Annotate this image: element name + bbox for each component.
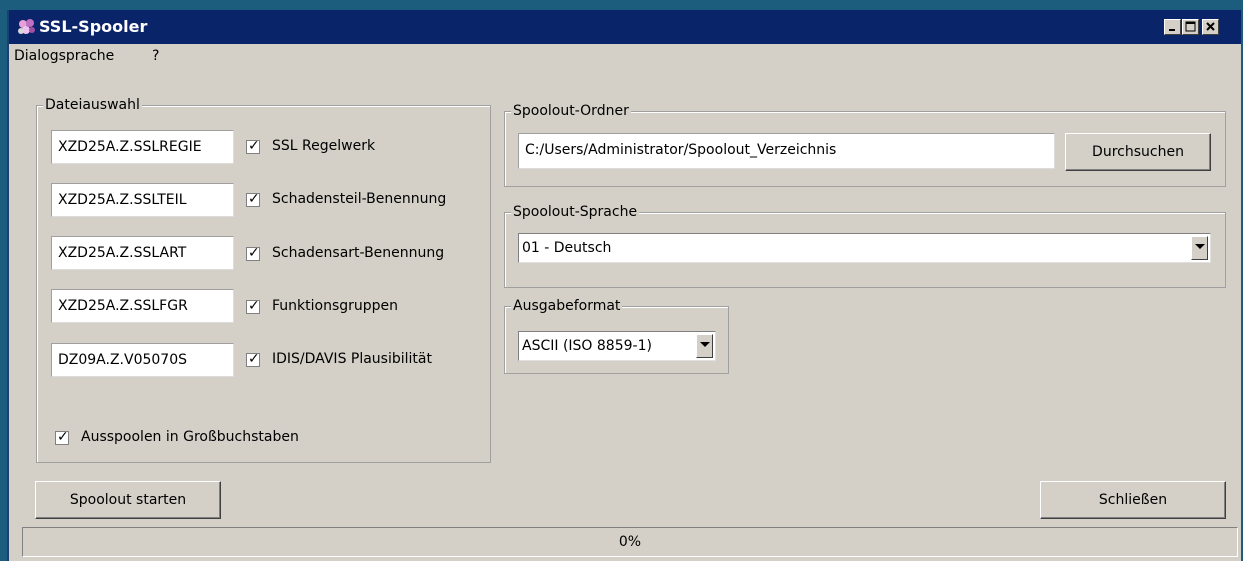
checkbox-idis-davis[interactable]: ✓	[246, 351, 260, 367]
checkbox-grossbuchstaben[interactable]: ✓	[55, 429, 69, 445]
close-icon	[1206, 22, 1215, 31]
label-schadensart: Schadensart-Benennung	[272, 245, 445, 261]
minimize-icon	[1169, 29, 1175, 31]
menu-dialogsprache[interactable]: Dialogsprache	[14, 48, 114, 64]
window-title: SSL-Spooler	[39, 17, 148, 36]
menu-bar: Dialogsprache ?	[9, 44, 1241, 70]
spoolout-start-button[interactable]: Spoolout starten	[35, 481, 221, 519]
chevron-down-icon[interactable]	[696, 334, 713, 358]
label-ssl-regelwerk: SSL Regelwerk	[272, 138, 376, 154]
spoolout-sprache-group: Spoolout-Sprache 01 - Deutsch	[504, 203, 1226, 288]
checkbox-schadensart[interactable]: ✓	[246, 245, 260, 261]
menu-help[interactable]: ?	[152, 48, 159, 64]
label-idis-davis: IDIS/DAVIS Plausibilität	[272, 351, 432, 367]
close-button[interactable]: Schließen	[1040, 481, 1226, 519]
app-icon	[18, 19, 35, 34]
checkbox-ssl-regelwerk[interactable]: ✓	[246, 138, 260, 154]
maximize-icon	[1185, 21, 1196, 32]
progress-bar: 0%	[22, 527, 1238, 557]
dateiauswahl-title: Dateiauswahl	[43, 96, 142, 114]
file-input-sslregie[interactable]: XZD25A.Z.SSLREGIE	[51, 130, 234, 164]
maximize-button[interactable]	[1182, 19, 1199, 35]
spoolout-ordner-group: Spoolout-Ordner C:/Users/Administrator/S…	[504, 102, 1226, 187]
spoolout-sprache-select[interactable]: 01 - Deutsch	[518, 233, 1211, 263]
check-icon: ✓	[248, 138, 260, 154]
dateiauswahl-group: Dateiauswahl XZD25A.Z.SSLREGIE ✓ SSL Reg…	[36, 96, 491, 463]
check-icon: ✓	[57, 429, 69, 445]
title-bar[interactable]: SSL-Spooler	[9, 10, 1241, 44]
check-icon: ✓	[248, 298, 260, 314]
spoolout-sprache-value: 01 - Deutsch	[522, 240, 612, 256]
browse-button[interactable]: Durchsuchen	[1065, 133, 1211, 171]
file-input-sslteil[interactable]: XZD25A.Z.SSLTEIL	[51, 183, 234, 217]
ausgabeformat-title: Ausgabeformat	[511, 297, 623, 315]
ausgabeformat-group: Ausgabeformat ASCII (ISO 8859-1)	[504, 297, 729, 374]
check-icon: ✓	[248, 191, 260, 207]
progress-text: 0%	[618, 534, 642, 550]
checkbox-schadensteil[interactable]: ✓	[246, 191, 260, 207]
check-icon: ✓	[248, 351, 260, 367]
ausgabeformat-value: ASCII (ISO 8859-1)	[522, 338, 652, 354]
label-grossbuchstaben: Ausspoolen in Großbuchstaben	[81, 429, 299, 445]
label-funktionsgruppen: Funktionsgruppen	[272, 298, 399, 314]
file-input-sslfgr[interactable]: XZD25A.Z.SSLFGR	[51, 289, 234, 323]
ssl-spooler-window: SSL-Spooler Dialogsprache ? Dateiauswahl…	[7, 10, 1241, 561]
file-input-v05070s[interactable]: DZ09A.Z.V05070S	[51, 343, 234, 377]
spoolout-path-input[interactable]: C:/Users/Administrator/Spoolout_Verzeich…	[518, 133, 1055, 169]
ausgabeformat-select[interactable]: ASCII (ISO 8859-1)	[518, 331, 716, 361]
file-input-sslart[interactable]: XZD25A.Z.SSLART	[51, 236, 234, 270]
check-icon: ✓	[248, 245, 260, 261]
spoolout-sprache-title: Spoolout-Sprache	[511, 203, 640, 221]
chevron-down-icon[interactable]	[1191, 236, 1208, 260]
close-window-button[interactable]	[1202, 19, 1219, 35]
label-schadensteil: Schadensteil-Benennung	[272, 191, 447, 207]
minimize-button[interactable]	[1164, 19, 1181, 35]
spoolout-ordner-title: Spoolout-Ordner	[511, 102, 631, 120]
checkbox-funktionsgruppen[interactable]: ✓	[246, 298, 260, 314]
